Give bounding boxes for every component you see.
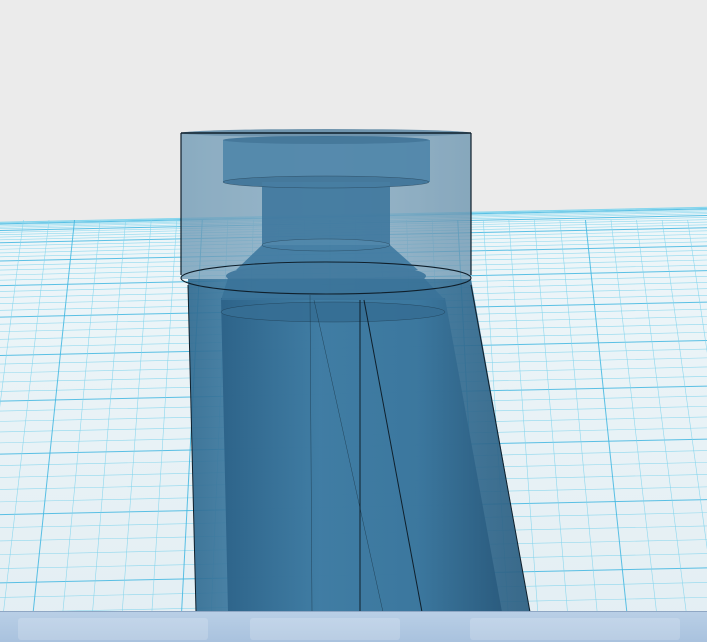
scene-canvas[interactable] (0, 0, 707, 642)
bottom-toolbar (0, 611, 707, 642)
3d-viewport[interactable] (0, 0, 707, 642)
